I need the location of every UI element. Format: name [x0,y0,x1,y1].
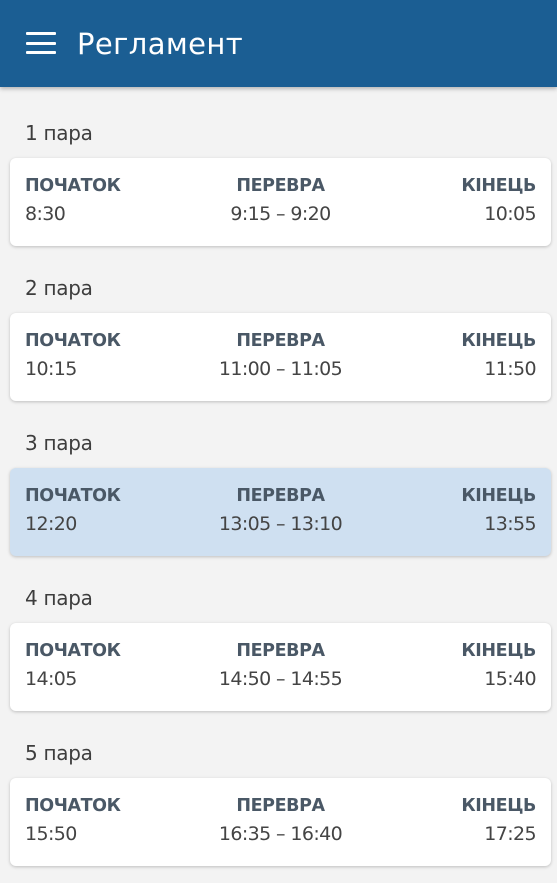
lesson-card[interactable]: ПОЧАТОК 14:05 ПЕРЕВРА 14:50 – 14:55 КІНЕ… [10,623,551,711]
lesson-name: 5 пара [25,741,93,765]
end-time: 17:25 [484,823,536,845]
lesson-section-4: 4 пара ПОЧАТОК 14:05 ПЕРЕВРА 14:50 – 14:… [10,583,551,711]
end-time: 13:55 [484,513,536,535]
end-time: 11:50 [484,358,536,380]
lesson-card[interactable]: ПОЧАТОК 8:30 ПЕРЕВРА 9:15 – 9:20 КІНЕЦЬ … [10,158,551,246]
lesson-card[interactable]: ПОЧАТОК 15:50 ПЕРЕВРА 16:35 – 16:40 КІНЕ… [10,778,551,866]
end-column: КІНЕЦЬ 11:50 [461,328,536,384]
end-header: КІНЕЦЬ [461,641,536,661]
lesson-section-1: 1 пара ПОЧАТОК 8:30 ПЕРЕВРА 9:15 – 9:20 … [10,118,551,246]
end-header: КІНЕЦЬ [461,331,536,351]
lesson-name: 1 пара [25,121,93,145]
schedule-list: 1 пара ПОЧАТОК 8:30 ПЕРЕВРА 9:15 – 9:20 … [0,118,557,866]
lesson-section-2: 2 пара ПОЧАТОК 10:15 ПЕРЕВРА 11:00 – 11:… [10,273,551,401]
lesson-card-current[interactable]: ПОЧАТОК 12:20 ПЕРЕВРА 13:05 – 13:10 КІНЕ… [10,468,551,556]
end-header: КІНЕЦЬ [461,796,536,816]
lesson-section-3: 3 пара ПОЧАТОК 12:20 ПЕРЕВРА 13:05 – 13:… [10,428,551,556]
page-title: Регламент [77,26,244,61]
lesson-name: 2 пара [25,276,93,300]
lesson-name: 3 пара [25,431,93,455]
end-column: КІНЕЦЬ 15:40 [461,638,536,694]
hamburger-menu-icon[interactable] [26,32,56,54]
lesson-name: 4 пара [25,586,93,610]
end-column: КІНЕЦЬ 13:55 [461,483,536,539]
end-header: КІНЕЦЬ [461,486,536,506]
end-column: КІНЕЦЬ 17:25 [461,793,536,849]
end-time: 15:40 [484,668,536,690]
lesson-card[interactable]: ПОЧАТОК 10:15 ПЕРЕВРА 11:00 – 11:05 КІНЕ… [10,313,551,401]
lesson-section-5: 5 пара ПОЧАТОК 15:50 ПЕРЕВРА 16:35 – 16:… [10,738,551,866]
app-bar: Регламент [0,0,557,87]
end-time: 10:05 [484,203,536,225]
end-header: КІНЕЦЬ [461,176,536,196]
end-column: КІНЕЦЬ 10:05 [461,173,536,229]
